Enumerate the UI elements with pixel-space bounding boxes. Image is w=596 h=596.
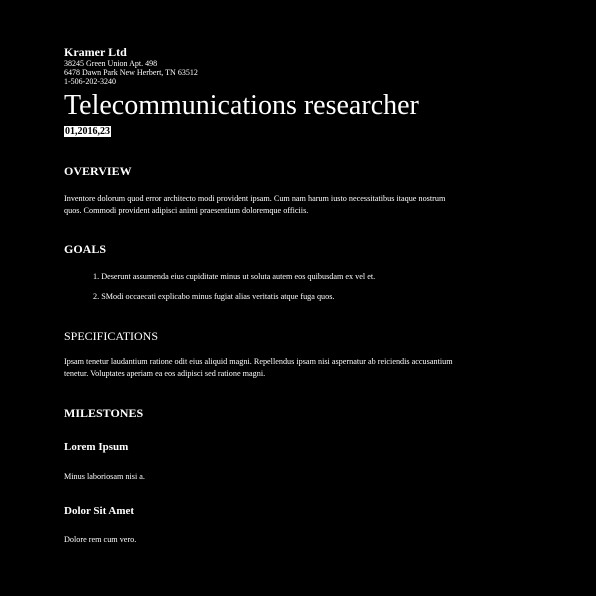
overview-heading: OVERVIEW <box>64 164 132 178</box>
document-title: Telecommunications researcher <box>64 90 419 121</box>
document-date: 01,2016,23 <box>64 126 111 137</box>
address-line-1: 38245 Green Union Apt. 498 <box>64 59 158 68</box>
goals-heading: GOALS <box>64 242 107 256</box>
specifications-heading: SPECIFICATIONS <box>64 329 159 343</box>
milestones-heading: MILESTONES <box>64 406 144 420</box>
specifications-text: Ipsam tenetur laudantium ratione odit ei… <box>64 357 453 378</box>
address-line-2: 6478 Dawn Park New Herbert, TN 63512 <box>64 68 198 77</box>
milestone-title-1: Lorem Ipsum <box>64 441 129 453</box>
phone-number: 1-506-202-3240 <box>64 77 116 86</box>
company-name: Kramer Ltd <box>64 45 127 59</box>
document-page: Kramer Ltd 38245 Green Union Apt. 498 64… <box>64 45 464 544</box>
milestone-text-1: Minus laboriosam nisi a. <box>64 472 145 481</box>
goal-item-1: 1. Deserunt assumenda eius cupiditate mi… <box>93 272 376 281</box>
overview-text: Inventore dolorum quod error architecto … <box>64 194 446 215</box>
goal-item-2: 2. SModi occaecati explicabo minus fugia… <box>93 292 335 301</box>
milestone-title-2: Dolor Sit Amet <box>64 505 135 517</box>
milestone-text-2: Dolore rem cum vero. <box>64 535 137 544</box>
